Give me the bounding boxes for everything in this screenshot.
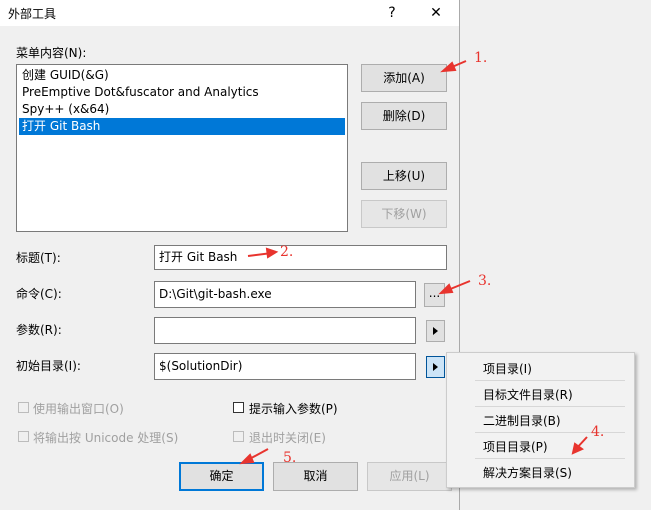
unicode-output-checkbox[interactable] xyxy=(18,431,29,442)
menu-item-solution-directory[interactable]: 解决方案目录(S) xyxy=(483,464,572,481)
command-label: 命令(C): xyxy=(16,287,62,301)
browse-button[interactable]: ... xyxy=(424,283,445,307)
list-item-selected[interactable]: 打开 Git Bash xyxy=(19,118,345,135)
annotation-label-2: 2. xyxy=(280,244,294,260)
directory-macro-menu: 项目录(I) 目标文件目录(R) 二进制目录(B) 项目目录(P) 解决方案目录… xyxy=(446,352,635,488)
arguments-field[interactable] xyxy=(154,317,416,344)
title-field[interactable]: 打开 Git Bash xyxy=(154,245,447,270)
close-on-exit-label: 退出时关闭(E) xyxy=(249,431,326,445)
menu-contents-list[interactable]: 创建 GUID(&G) PreEmptive Dot&fuscator and … xyxy=(16,64,348,232)
menu-contents-label: 菜单内容(N): xyxy=(16,46,87,60)
arguments-macro-button[interactable] xyxy=(426,320,445,342)
external-tools-dialog: 外部工具 ? ✕ 菜单内容(N): 创建 GUID(&G) PreEmptive… xyxy=(0,0,460,510)
annotation-label-1: 1. xyxy=(474,50,488,66)
use-output-window-label: 使用输出窗口(O) xyxy=(33,402,124,416)
unicode-output-label: 将输出按 Unicode 处理(S) xyxy=(33,431,179,445)
title-bar: 外部工具 ? ✕ xyxy=(0,0,459,26)
annotation-label-4: 4. xyxy=(591,424,605,440)
list-item[interactable]: 创建 GUID(&G) xyxy=(19,67,345,84)
help-button[interactable]: ? xyxy=(370,0,414,26)
menu-item-project-directory[interactable]: 项目目录(P) xyxy=(483,438,548,455)
right-arrow-icon xyxy=(433,363,438,371)
dialog-title: 外部工具 xyxy=(8,7,57,21)
prompt-arguments-checkbox[interactable] xyxy=(233,402,244,413)
right-arrow-icon xyxy=(433,327,438,335)
delete-button[interactable]: 删除(D) xyxy=(361,102,447,130)
initial-directory-field[interactable]: $(SolutionDir) xyxy=(154,353,416,380)
cancel-button[interactable]: 取消 xyxy=(273,462,358,491)
menu-item-item-directory[interactable]: 项目录(I) xyxy=(483,360,532,377)
close-button[interactable]: ✕ xyxy=(414,0,458,26)
prompt-arguments-label: 提示输入参数(P) xyxy=(249,402,338,416)
use-output-window-checkbox[interactable] xyxy=(18,402,29,413)
move-up-button[interactable]: 上移(U) xyxy=(361,162,447,190)
menu-separator xyxy=(475,380,625,381)
list-item[interactable]: Spy++ (x&64) xyxy=(19,101,345,118)
annotation-label-3: 3. xyxy=(478,273,492,289)
directory-macro-button[interactable] xyxy=(426,356,445,378)
move-down-button[interactable]: 下移(W) xyxy=(361,200,447,228)
menu-separator xyxy=(475,406,625,407)
annotation-label-5: 5. xyxy=(283,450,297,466)
ok-button[interactable]: 确定 xyxy=(179,462,264,491)
menu-item-target-directory[interactable]: 目标文件目录(R) xyxy=(483,386,573,403)
menu-item-binary-directory[interactable]: 二进制目录(B) xyxy=(483,412,561,429)
close-on-exit-checkbox[interactable] xyxy=(233,431,244,442)
title-label: 标题(T): xyxy=(16,251,61,265)
command-field[interactable]: D:\Git\git-bash.exe xyxy=(154,281,416,308)
add-button[interactable]: 添加(A) xyxy=(361,64,447,92)
list-item[interactable]: PreEmptive Dot&fuscator and Analytics xyxy=(19,84,345,101)
menu-separator xyxy=(475,458,625,459)
initial-directory-label: 初始目录(I): xyxy=(16,359,81,373)
apply-button[interactable]: 应用(L) xyxy=(367,462,452,491)
arguments-label: 参数(R): xyxy=(16,323,62,337)
